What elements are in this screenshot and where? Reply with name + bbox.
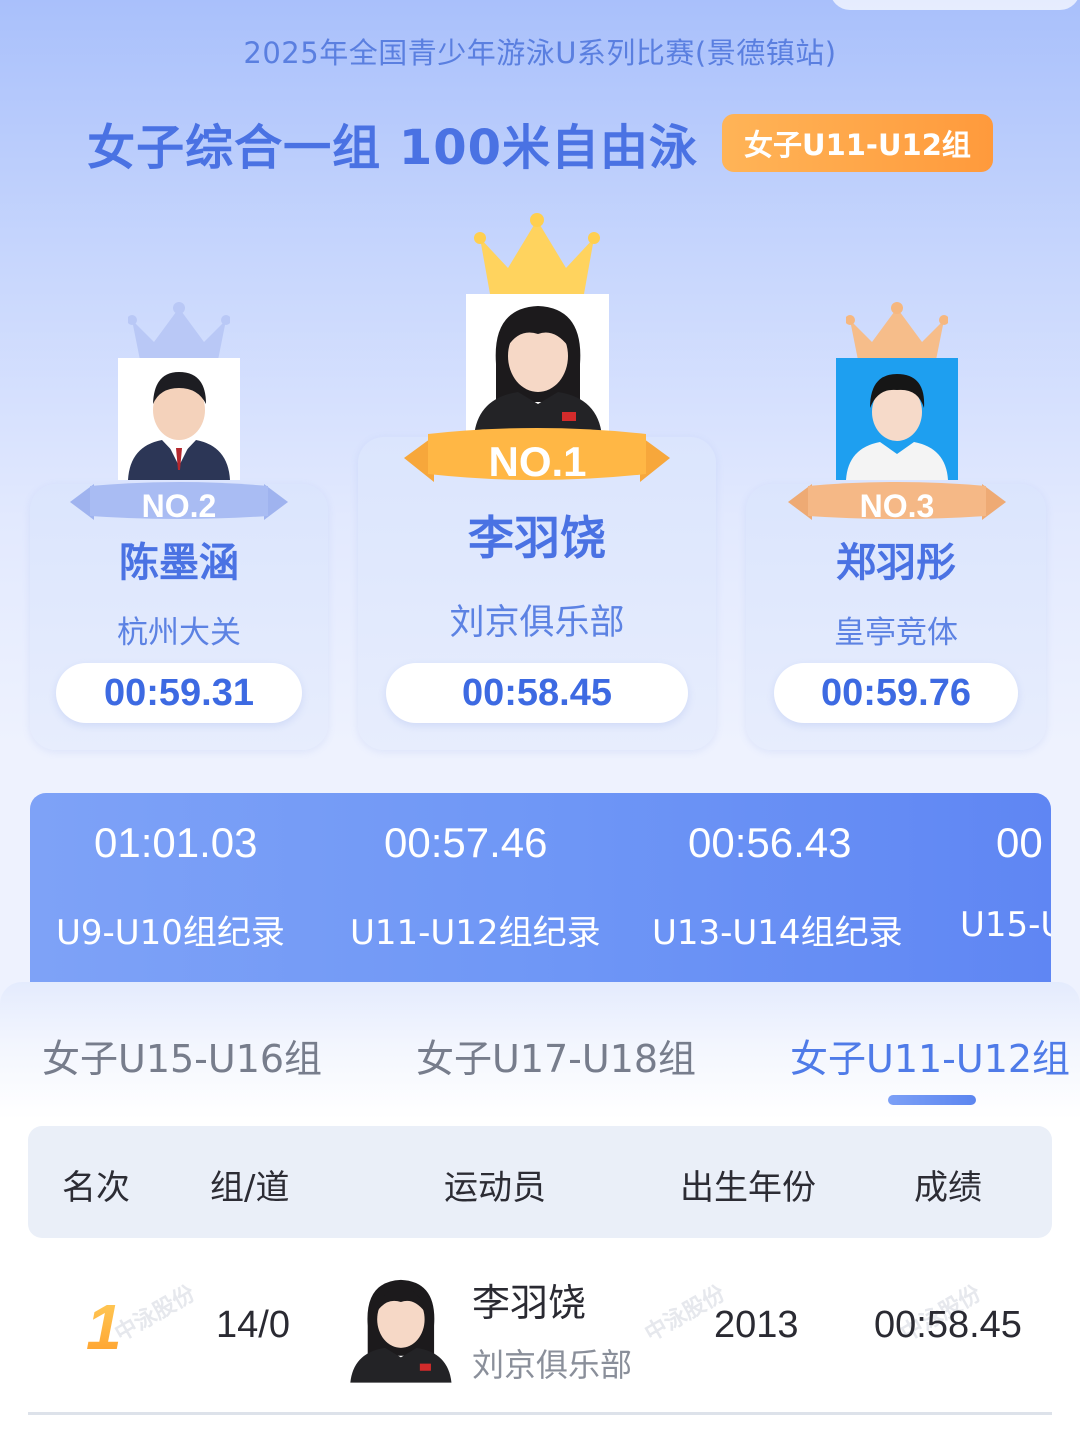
record-label: U11-U12组纪录 — [350, 913, 601, 953]
time-pill: 00:58.45 — [386, 663, 688, 723]
rank-number: 1 — [86, 1291, 122, 1363]
active-tab-indicator — [888, 1095, 976, 1105]
crown-icon — [846, 302, 948, 360]
athlete-avatar — [344, 1270, 457, 1383]
top-pill — [830, 0, 1080, 10]
column-header-athlete: 运动员 — [444, 1168, 546, 1208]
time-pill: 00:59.76 — [774, 663, 1018, 723]
records-carousel[interactable]: 01:01.03 U9-U10组纪录 00:57.46 U11-U12组纪录 0… — [30, 793, 1051, 993]
birth-year-cell: 2013 — [714, 1304, 799, 1346]
record-time: 00:57.46 — [384, 819, 548, 866]
club-name: 刘京俱乐部 — [449, 603, 625, 643]
record-time: 01:01.03 — [94, 819, 258, 866]
tab-u11-u12[interactable]: 女子U11-U12组 — [790, 1028, 1070, 1083]
club-name: 杭州大关 — [117, 615, 241, 651]
athlete-photo — [118, 358, 240, 480]
record-time: 00:56.43 — [688, 819, 852, 866]
tab-u17-u18[interactable]: 女子U17-U18组 — [416, 1028, 696, 1083]
column-header-birth-year: 出生年份 — [680, 1168, 816, 1208]
record-label: U15-U — [960, 905, 1051, 945]
heading-row: 女子综合一组 100米自由泳 女子U11-U12组 — [0, 108, 1080, 178]
column-header-rank: 名次 — [62, 1168, 130, 1208]
athlete-name: 李羽饶 — [468, 511, 606, 565]
rank-label: NO.2 — [141, 488, 217, 524]
athlete-name: 陈墨涵 — [119, 540, 239, 586]
time-pill: 00:59.31 — [56, 663, 302, 723]
athlete-name: 郑羽彤 — [836, 540, 956, 586]
record-time: 00 — [996, 819, 1043, 866]
heat-lane-cell: 14/0 — [216, 1304, 290, 1346]
result-cell: 00:58.45 — [874, 1304, 1022, 1346]
event-title: 2025年全国青少年游泳U系列比赛(景德镇站) — [243, 36, 837, 70]
column-header-heat-lane: 组/道 — [210, 1168, 290, 1208]
tab-u15-u16[interactable]: 女子U15-U16组 — [42, 1028, 322, 1083]
event-heading: 女子综合一组 100米自由泳 — [87, 120, 699, 176]
crown-icon — [474, 213, 600, 294]
athlete-photo — [836, 358, 958, 480]
group-badge[interactable]: 女子U11-U12组 — [722, 114, 993, 172]
athlete-photo — [466, 294, 609, 436]
athlete-name-cell[interactable]: 李羽饶 — [472, 1272, 586, 1327]
club-name: 皇亭竞体 — [834, 615, 958, 651]
row-divider — [28, 1412, 1052, 1415]
crown-icon — [128, 302, 230, 360]
column-header-result: 成绩 — [914, 1168, 982, 1208]
rank-label: NO.1 — [488, 438, 587, 485]
athlete-club-cell: 刘京俱乐部 — [472, 1346, 633, 1384]
record-label: U13-U14组纪录 — [652, 913, 903, 953]
record-label: U9-U10组纪录 — [56, 913, 285, 953]
rank-label: NO.3 — [859, 488, 935, 524]
